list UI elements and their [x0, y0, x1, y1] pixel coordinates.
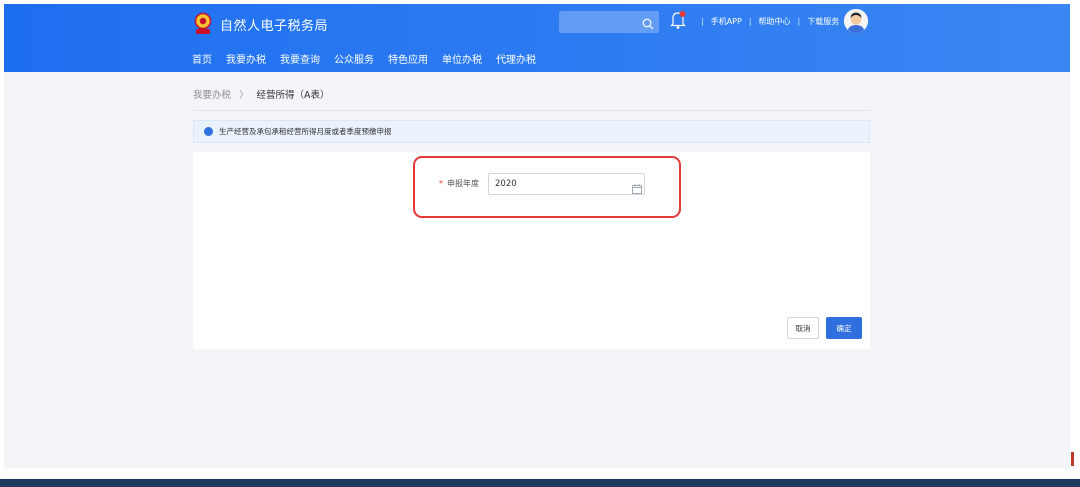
- confirm-button[interactable]: 确定: [826, 317, 862, 339]
- notification-bell-icon[interactable]: [670, 10, 686, 30]
- app-window: 自然人电子税务局 首页 我要办税 我要查询 公众服务 特色应用 单位办税 代理办…: [4, 4, 1070, 468]
- cancel-button[interactable]: 取消: [787, 317, 819, 339]
- scrollbar-thumb[interactable]: [1071, 452, 1074, 466]
- year-label: * 申报年度: [439, 178, 479, 189]
- breadcrumb-parent[interactable]: 我要办税: [193, 87, 231, 101]
- notice-text: 生产经营及承包承租经营所得月度或者季度预缴申报: [219, 127, 392, 136]
- nav-home[interactable]: 首页: [192, 51, 212, 66]
- search-input[interactable]: [559, 11, 659, 33]
- breadcrumb-current: 经营所得（A表）: [256, 90, 330, 101]
- main-nav: 首页 我要办税 我要查询 公众服务 特色应用 单位办税 代理办税: [192, 51, 550, 66]
- required-mark: *: [439, 179, 443, 188]
- nav-unit-tax[interactable]: 单位办税: [442, 51, 482, 66]
- notice-bar: 生产经营及承包承租经营所得月度或者季度预缴申报: [193, 120, 870, 143]
- nav-public-service[interactable]: 公众服务: [334, 51, 374, 66]
- link-separator: |: [701, 17, 704, 26]
- mobile-app-link[interactable]: 手机APP: [711, 16, 742, 27]
- link-separator: |: [748, 17, 752, 26]
- section-divider: [193, 110, 870, 111]
- year-label-text: 申报年度: [447, 179, 479, 188]
- nav-featured-apps[interactable]: 特色应用: [388, 51, 428, 66]
- breadcrumb: 我要办税 〉 经营所得（A表）: [193, 87, 330, 101]
- nav-tax-handling[interactable]: 我要办税: [226, 51, 266, 66]
- user-avatar[interactable]: [844, 9, 868, 33]
- site-title: 自然人电子税务局: [220, 18, 329, 34]
- breadcrumb-separator: 〉: [239, 90, 249, 101]
- nav-query[interactable]: 我要查询: [280, 51, 320, 66]
- year-input[interactable]: [488, 173, 645, 195]
- tax-emblem-icon: [192, 12, 214, 36]
- top-links: | 手机APP | 帮助中心 | 下载服务: [694, 16, 839, 27]
- bottom-border-bar: [0, 479, 1080, 487]
- link-separator: |: [797, 17, 801, 26]
- download-service-link[interactable]: 下载服务: [807, 16, 839, 27]
- calendar-icon[interactable]: [632, 179, 642, 194]
- nav-agent-tax[interactable]: 代理办税: [496, 51, 536, 66]
- site-logo[interactable]: 自然人电子税务局: [192, 12, 328, 36]
- top-header: 自然人电子税务局 首页 我要办税 我要查询 公众服务 特色应用 单位办税 代理办…: [4, 4, 1070, 72]
- search-icon[interactable]: [642, 15, 654, 30]
- help-center-link[interactable]: 帮助中心: [759, 16, 791, 27]
- info-dot-icon: [204, 127, 213, 136]
- vertical-scrollbar[interactable]: [1070, 0, 1080, 468]
